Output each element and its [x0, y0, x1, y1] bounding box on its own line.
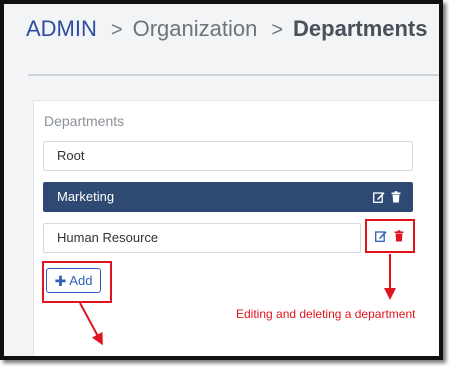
breadcrumb: ADMIN > Organization > Departments — [26, 16, 428, 42]
breadcrumb-separator: > — [110, 19, 123, 41]
breadcrumb-admin[interactable]: ADMIN — [26, 16, 97, 41]
edit-icon[interactable] — [373, 191, 385, 203]
breadcrumb-separator: > — [271, 19, 284, 41]
edit-icon[interactable] — [375, 230, 387, 242]
department-label: Marketing — [57, 189, 115, 204]
department-label: Root — [57, 148, 85, 163]
breadcrumb-organization[interactable]: Organization — [133, 16, 258, 41]
annotation-text: Editing and deleting a department — [236, 307, 416, 321]
breadcrumb-departments: Departments — [293, 16, 428, 41]
department-label: Human Resource — [57, 230, 159, 245]
screenshot-frame: ADMIN > Organization > Departments Departmen… — [0, 0, 443, 360]
card-title: Departments — [44, 113, 125, 129]
department-item-marketing[interactable]: Marketing — [43, 182, 413, 212]
trash-icon[interactable] — [390, 191, 402, 203]
header-divider — [28, 74, 439, 76]
department-item-root[interactable]: Root — [43, 141, 413, 171]
department-actions — [373, 183, 402, 211]
add-department-button[interactable]: ✚ Add — [46, 268, 101, 293]
add-button-label: Add — [69, 273, 93, 288]
department-item-human-resource[interactable]: Human Resource — [43, 223, 361, 253]
hr-actions-highlight — [365, 219, 415, 253]
plus-icon: ✚ — [54, 272, 67, 289]
trash-icon[interactable] — [393, 230, 405, 242]
